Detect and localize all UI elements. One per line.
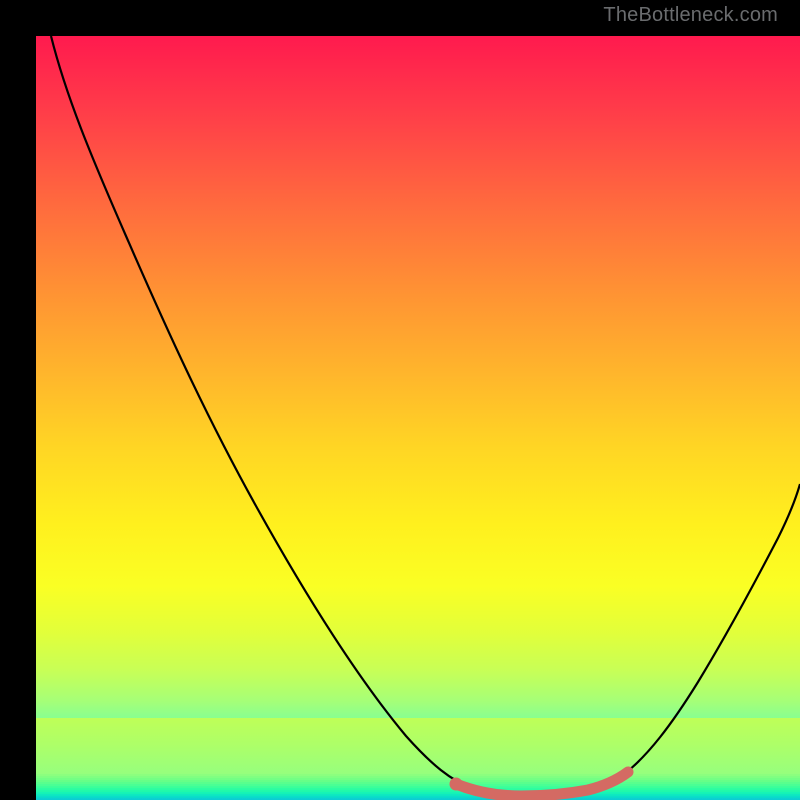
plot-area xyxy=(36,36,800,800)
watermark-text: TheBottleneck.com xyxy=(603,4,778,27)
highlight-start-dot xyxy=(450,778,463,791)
chart-frame xyxy=(0,0,800,800)
bottleneck-curve xyxy=(51,36,800,795)
bottleneck-curve-svg xyxy=(36,36,800,800)
bottleneck-minimum-highlight xyxy=(456,772,628,796)
